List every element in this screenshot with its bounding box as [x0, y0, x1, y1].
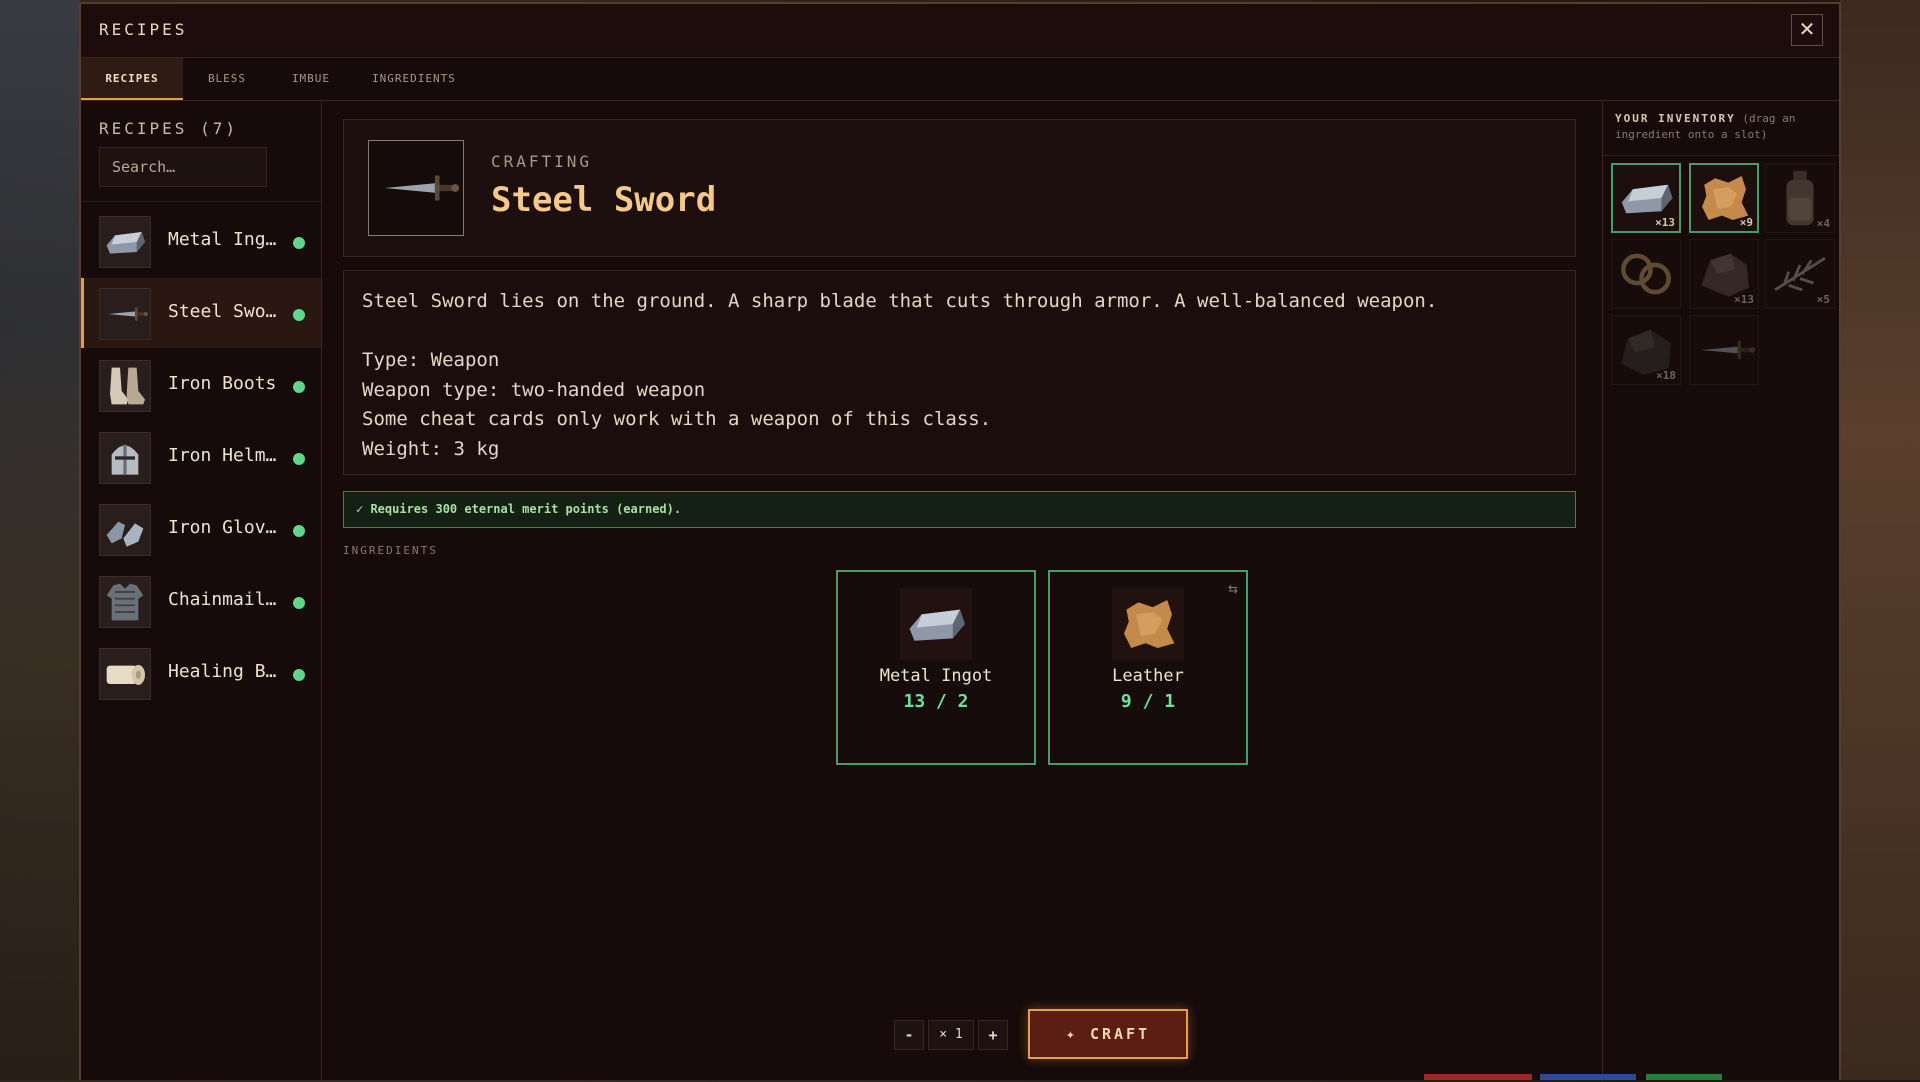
- item-description: Steel Sword lies on the ground. A sharp …: [343, 270, 1576, 475]
- recipe-label: Metal Ing…: [168, 229, 277, 250]
- slot-count: ×4: [1816, 217, 1830, 230]
- item-header-card: CRAFTING Steel Sword: [343, 119, 1576, 257]
- available-indicator: [293, 525, 305, 537]
- available-indicator: [293, 597, 305, 609]
- leather-icon: [1112, 588, 1184, 660]
- steel-sword-icon: [368, 140, 464, 236]
- swap-icon[interactable]: ⇆: [1228, 582, 1238, 596]
- tab-ingredients[interactable]: INGREDIENTS: [351, 58, 477, 100]
- recipe-label: Iron Boots: [168, 373, 277, 394]
- ingredient-slot-leather[interactable]: ⇆ Leather 9 / 1: [1048, 570, 1248, 765]
- hud-stamina-bar: [1646, 1074, 1722, 1080]
- recipe-item-metal-ingot[interactable]: Metal Ing…: [81, 206, 321, 276]
- description-line: Weight: 3 kg: [362, 437, 500, 460]
- available-indicator: [293, 381, 305, 393]
- description-line: [362, 317, 1557, 347]
- tab-bar: RECIPES BLESS IMBUE INGREDIENTS: [81, 58, 1839, 101]
- description-line: Steel Sword lies on the ground. A sharp …: [362, 290, 1438, 312]
- item-name: Steel Sword: [491, 180, 717, 220]
- slot-count: ×13: [1734, 293, 1754, 306]
- recipe-item-healing-bandage[interactable]: Healing B…: [81, 638, 321, 708]
- quantity-increase-button[interactable]: +: [978, 1020, 1008, 1050]
- available-indicator: [293, 453, 305, 465]
- ingredient-name: Metal Ingot: [879, 666, 993, 686]
- slot-count: ×9: [1739, 216, 1753, 229]
- ingredient-slot-metal-ingot[interactable]: Metal Ingot 13 / 2: [836, 570, 1036, 765]
- tab-recipes[interactable]: RECIPES: [81, 58, 183, 100]
- healing-bandage-icon: [99, 648, 151, 700]
- inventory-divider: [1603, 155, 1839, 156]
- hud-health-bar: [1424, 1074, 1532, 1080]
- hud-mana-bar: [1540, 1074, 1636, 1080]
- ingredient-quantity: 9 / 1: [1120, 691, 1176, 712]
- background-scene-right: [1840, 0, 1920, 1080]
- ingredient-name: Leather: [1112, 666, 1184, 686]
- modal-header: RECIPES ✕: [81, 4, 1839, 58]
- requirement-status: ✓ Requires 300 eternal merit points (ear…: [343, 491, 1576, 528]
- background-scene-left: [0, 0, 80, 1080]
- tab-bless[interactable]: BLESS: [183, 58, 271, 100]
- slot-count: ×13: [1655, 216, 1675, 229]
- recipe-label: Chainmail…: [168, 589, 277, 610]
- recipe-item-steel-sword[interactable]: Steel Swo…: [81, 278, 321, 348]
- metal-ingot-icon: [99, 216, 151, 268]
- description-line: Weapon type: two-handed weapon: [362, 378, 706, 401]
- item-category: CRAFTING: [491, 152, 593, 171]
- inventory-title-label: YOUR INVENTORY: [1615, 112, 1736, 125]
- recipe-sidebar: RECIPES (7) Metal Ing… Steel Swo… Iron B…: [81, 101, 322, 1082]
- recipes-modal: RECIPES ✕ RECIPES BLESS IMBUE INGREDIENT…: [79, 2, 1841, 1082]
- inventory-slot-leather[interactable]: ×9: [1689, 163, 1759, 233]
- recipe-search-input[interactable]: [99, 147, 267, 187]
- inventory-slot-ore[interactable]: ×13: [1689, 239, 1759, 309]
- recipe-item-iron-helmet[interactable]: Iron Helm…: [81, 422, 321, 492]
- craft-button[interactable]: ✦ CRAFT: [1028, 1009, 1188, 1059]
- quantity-value: × 1: [928, 1020, 974, 1050]
- recipe-label: Healing B…: [168, 661, 277, 682]
- inventory-panel: YOUR INVENTORY (drag an ingredient onto …: [1602, 101, 1839, 1082]
- recipe-label: Steel Swo…: [168, 301, 277, 322]
- rope-icon: [1612, 240, 1680, 308]
- recipe-label: Iron Helm…: [168, 445, 277, 466]
- available-indicator: [293, 237, 305, 249]
- inventory-title: YOUR INVENTORY (drag an ingredient onto …: [1615, 111, 1815, 143]
- slot-count: ×5: [1816, 293, 1830, 306]
- quantity-decrease-button[interactable]: -: [894, 1020, 924, 1050]
- available-indicator: [293, 669, 305, 681]
- description-line: Type: Weapon: [362, 349, 500, 371]
- sidebar-divider: [81, 201, 321, 202]
- modal-title: RECIPES: [99, 20, 188, 39]
- recipe-item-iron-boots[interactable]: Iron Boots: [81, 350, 321, 420]
- steel-sword-icon: [99, 288, 151, 340]
- close-button[interactable]: ✕: [1791, 14, 1823, 46]
- recipe-detail-panel: CRAFTING Steel Sword Steel Sword lies on…: [323, 101, 1603, 1082]
- recipe-item-chainmail[interactable]: Chainmail…: [81, 566, 321, 636]
- iron-helmet-icon: [99, 432, 151, 484]
- metal-ingot-icon: [900, 588, 972, 660]
- steel-sword-icon: [1690, 316, 1758, 384]
- recipes-count-title: RECIPES (7): [99, 119, 238, 138]
- chainmail-icon: [99, 576, 151, 628]
- slot-count: ×18: [1656, 369, 1676, 382]
- inventory-slot-coal[interactable]: ×18: [1611, 315, 1681, 385]
- iron-boots-icon: [99, 360, 151, 412]
- available-indicator: [293, 309, 305, 321]
- recipe-label: Iron Glov…: [168, 517, 277, 538]
- description-line: Some cheat cards only work with a weapon…: [362, 408, 992, 430]
- ingredients-heading: INGREDIENTS: [343, 544, 438, 557]
- inventory-slot-herb[interactable]: ×5: [1765, 239, 1835, 309]
- tab-imbue[interactable]: IMBUE: [271, 58, 351, 100]
- inventory-slot-metal-ingot[interactable]: ×13: [1611, 163, 1681, 233]
- recipe-item-iron-gloves[interactable]: Iron Glov…: [81, 494, 321, 564]
- inventory-slot-rope[interactable]: [1611, 239, 1681, 309]
- iron-gloves-icon: [99, 504, 151, 556]
- ingredient-quantity: 13 / 2: [903, 691, 969, 712]
- inventory-slot-potion[interactable]: ×4: [1765, 163, 1835, 233]
- inventory-slot-steel-sword[interactable]: [1689, 315, 1759, 385]
